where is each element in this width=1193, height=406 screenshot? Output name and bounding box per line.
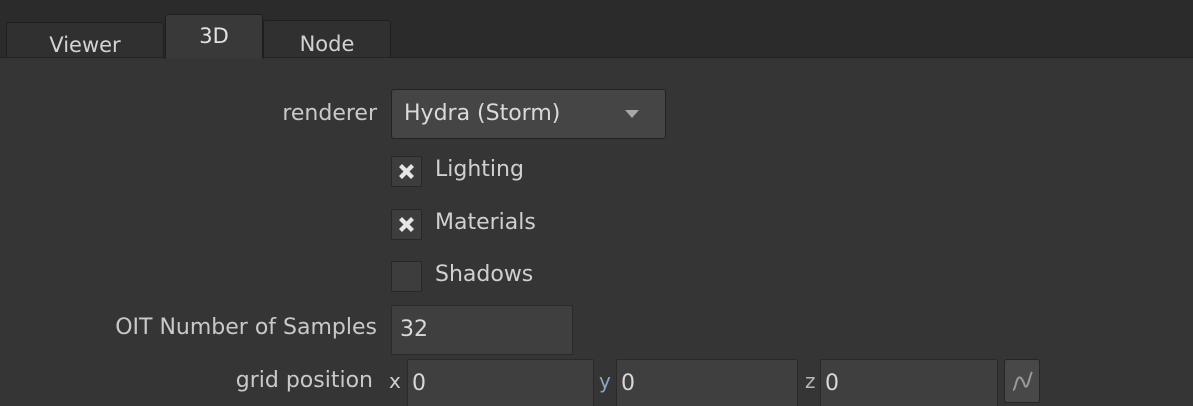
renderer-label: renderer [282,101,377,126]
chevron-down-icon [625,110,639,118]
properties-panel: Viewer 3D Node renderer Hydra (Storm) Li… [0,0,1193,406]
materials-checkbox[interactable] [391,209,422,240]
tab-bar: Viewer 3D Node [0,0,1193,59]
shadows-label: Shadows [435,262,534,287]
animation-curve-icon [1012,371,1033,391]
materials-label: Materials [435,210,536,235]
oit-samples-label: OIT Number of Samples [115,315,377,340]
renderer-value: Hydra (Storm) [404,101,561,126]
oit-samples-input[interactable]: 32 [391,305,573,355]
grid-y-axis-label: y [599,369,611,393]
grid-x-axis-label: x [389,369,401,393]
lighting-label: Lighting [435,157,524,182]
shadows-checkbox[interactable] [391,261,422,292]
grid-position-label: grid position [235,368,373,393]
grid-y-input[interactable]: 0 [616,359,798,406]
grid-x-input[interactable]: 0 [407,359,594,406]
tab-3d[interactable]: 3D [165,14,263,59]
lighting-checkbox[interactable] [391,156,422,187]
check-x-icon [399,164,414,179]
grid-z-axis-label: z [805,369,816,393]
renderer-dropdown[interactable]: Hydra (Storm) [391,89,666,139]
animation-button[interactable] [1004,359,1040,403]
tab-node[interactable]: Node [263,20,391,58]
grid-z-input[interactable]: 0 [820,359,998,406]
tab-3d-content: renderer Hydra (Storm) Lighting Material… [0,58,1193,406]
tab-viewer[interactable]: Viewer [6,22,164,58]
check-x-icon [399,217,414,232]
